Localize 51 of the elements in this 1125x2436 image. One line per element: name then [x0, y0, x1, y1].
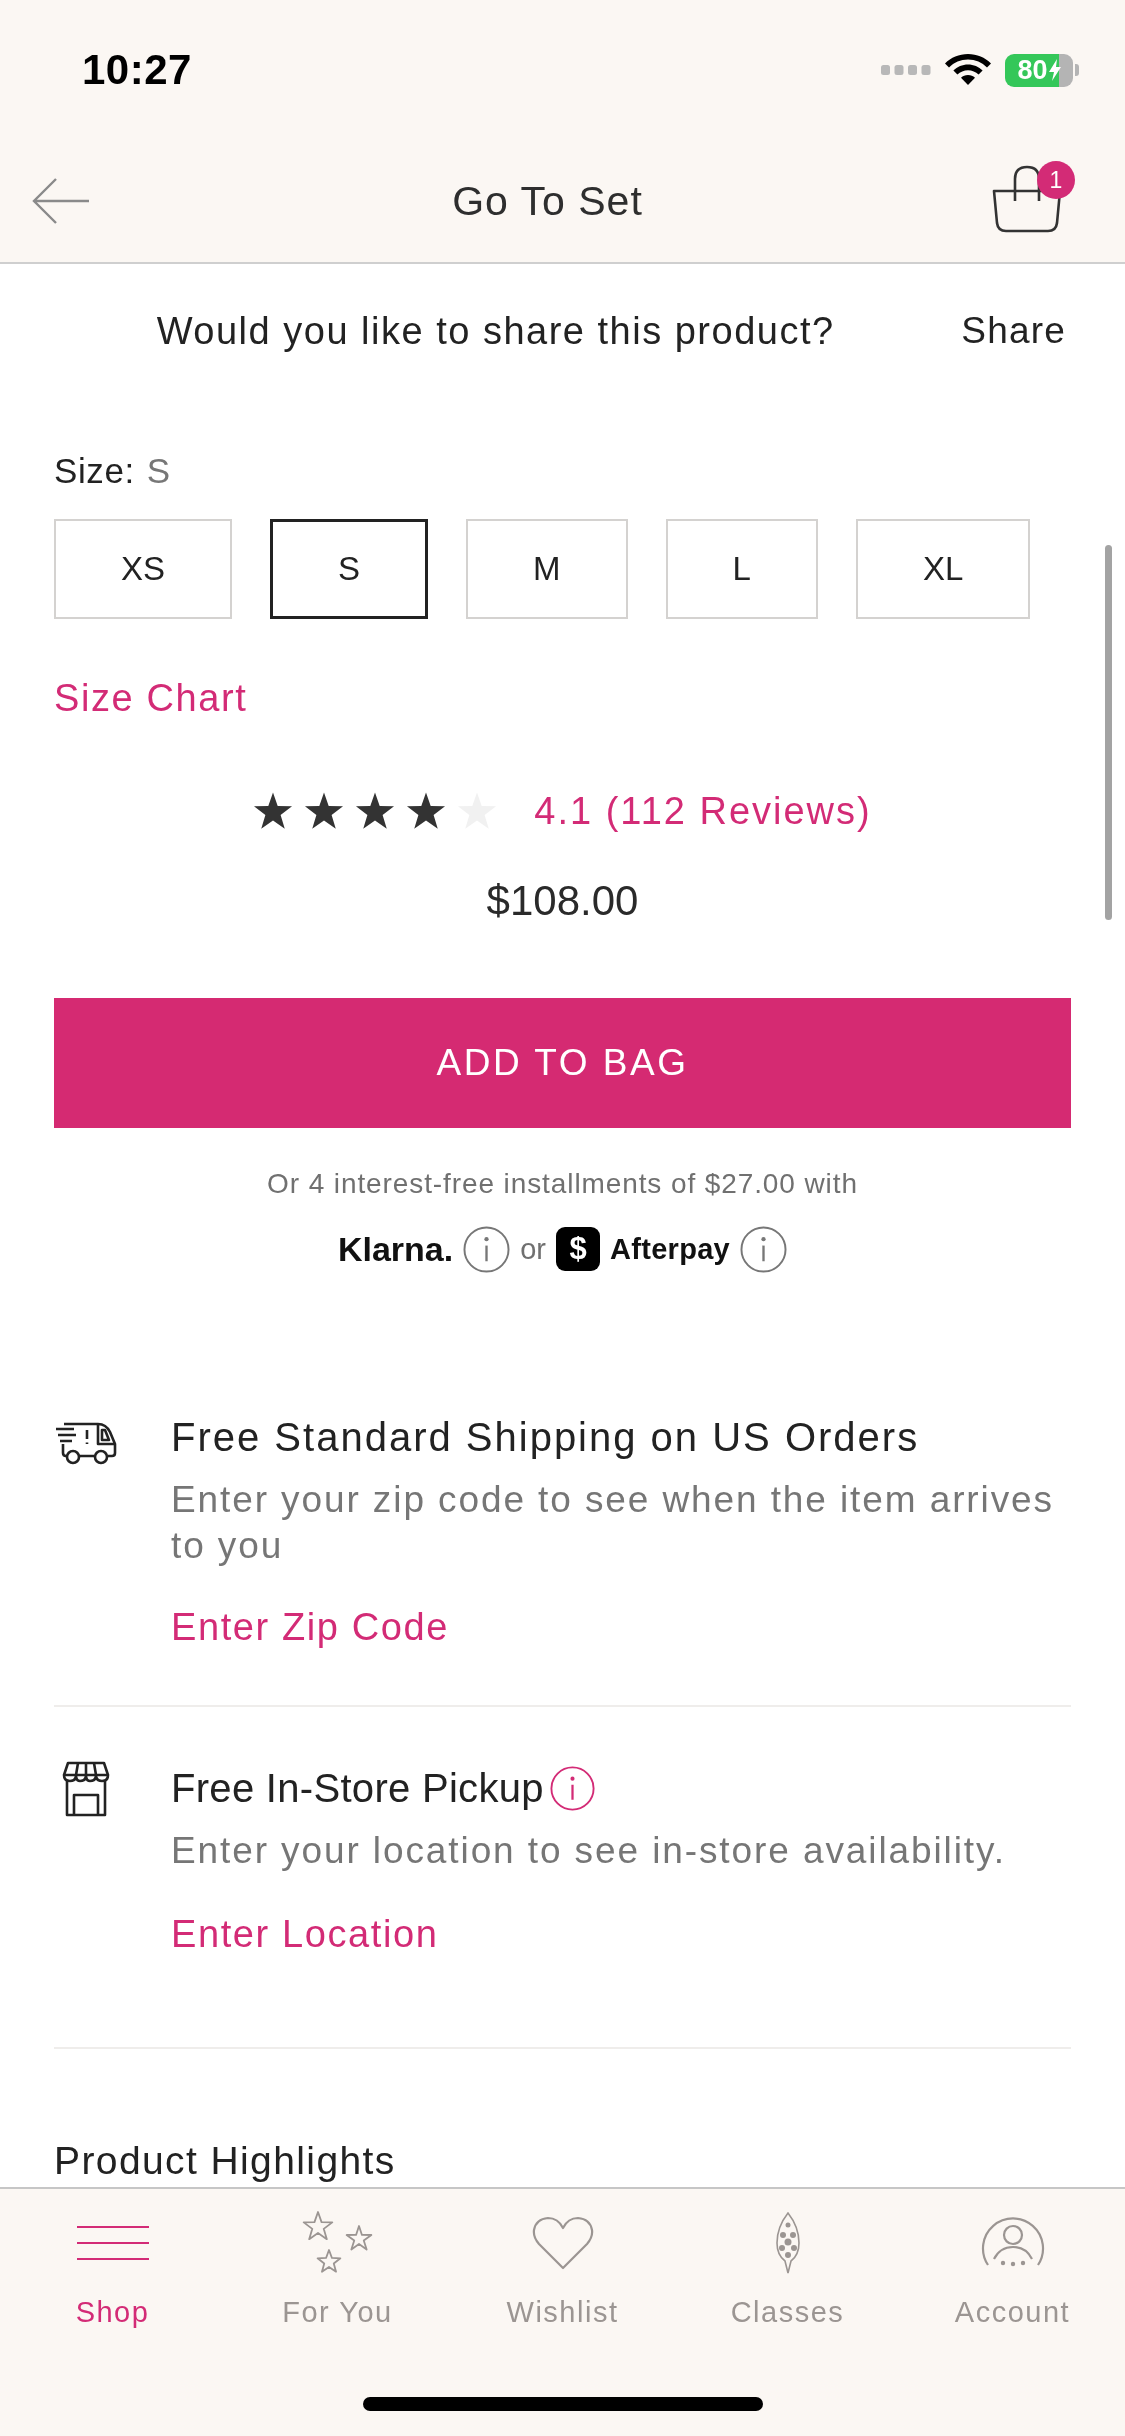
- zip-code-link[interactable]: Enter Zip Code: [171, 1604, 449, 1650]
- size-chart-link[interactable]: Size Chart: [54, 675, 248, 721]
- stars-icon: [301, 2211, 374, 2275]
- shipping-description: Enter your zip code to see when the item arrives to you: [171, 1478, 1055, 1568]
- reviews-link[interactable]: 4.1 (112 Reviews): [534, 789, 872, 833]
- pickup-description: Enter your location to see in-store availability.: [171, 1829, 1006, 1873]
- price-text: $108.00: [486, 876, 639, 926]
- section-heading: Product Highlights: [54, 2138, 397, 2184]
- tab-item[interactable]: Wishlist: [450, 2207, 675, 2335]
- star-icon: [253, 792, 294, 830]
- wifi-icon: [945, 54, 991, 86]
- size-option[interactable]: L: [665, 519, 818, 619]
- add-to-bag-button[interactable]: ADD TO BAG: [54, 998, 1071, 1128]
- shopping-bag-icon[interactable]: [991, 165, 1063, 233]
- status-time: 10:27: [82, 46, 192, 94]
- size-label: Size:: [54, 450, 135, 492]
- or-text: or: [520, 1232, 546, 1266]
- afterpay-logo: Afterpay: [610, 1232, 731, 1266]
- star-icon: [355, 792, 396, 830]
- page-title: Go To Set: [452, 177, 643, 225]
- tab-item[interactable]: Account: [900, 2207, 1125, 2335]
- battery-percentage: 80: [1017, 56, 1048, 84]
- tab-item[interactable]: For You: [225, 2207, 450, 2335]
- share-link[interactable]: Share: [961, 310, 1066, 352]
- storefront-icon: [62, 1761, 110, 1817]
- location-link[interactable]: Enter Location: [171, 1911, 439, 1957]
- back-arrow-icon[interactable]: [32, 178, 90, 224]
- star-icon: [406, 792, 447, 830]
- info-icon[interactable]: [740, 1225, 788, 1273]
- info-icon[interactable]: [549, 1765, 595, 1811]
- info-icon[interactable]: [463, 1225, 511, 1273]
- share-prompt: Would you like to share this product?: [155, 309, 836, 353]
- installments-text: Or 4 interest-free installments of $27.00 with: [267, 1167, 858, 1201]
- shipping-title: Free Standard Shipping on US Orders: [171, 1414, 920, 1460]
- cart-count-badge: 1: [1037, 161, 1075, 199]
- klarna-logo: Klarna.: [337, 1229, 454, 1269]
- star-icon: [304, 792, 345, 830]
- truck-icon: [54, 1420, 118, 1466]
- selected-size-text: S: [146, 450, 171, 492]
- size-option[interactable]: M: [466, 519, 628, 619]
- signal-icon: [881, 65, 931, 75]
- size-option[interactable]: S: [270, 519, 429, 619]
- size-option[interactable]: XS: [54, 519, 233, 619]
- pickup-title: Free In-Store Pickup: [171, 1765, 544, 1811]
- menu-icon: [76, 2225, 149, 2261]
- dollar-sign-icon: $: [556, 1227, 600, 1271]
- tab-item[interactable]: Shop: [0, 2207, 225, 2335]
- tab-item[interactable]: Classes: [675, 2207, 900, 2335]
- size-option[interactable]: XL: [855, 519, 1031, 619]
- charging-bolt-icon: [1048, 59, 1061, 81]
- heart-icon: [531, 2216, 594, 2270]
